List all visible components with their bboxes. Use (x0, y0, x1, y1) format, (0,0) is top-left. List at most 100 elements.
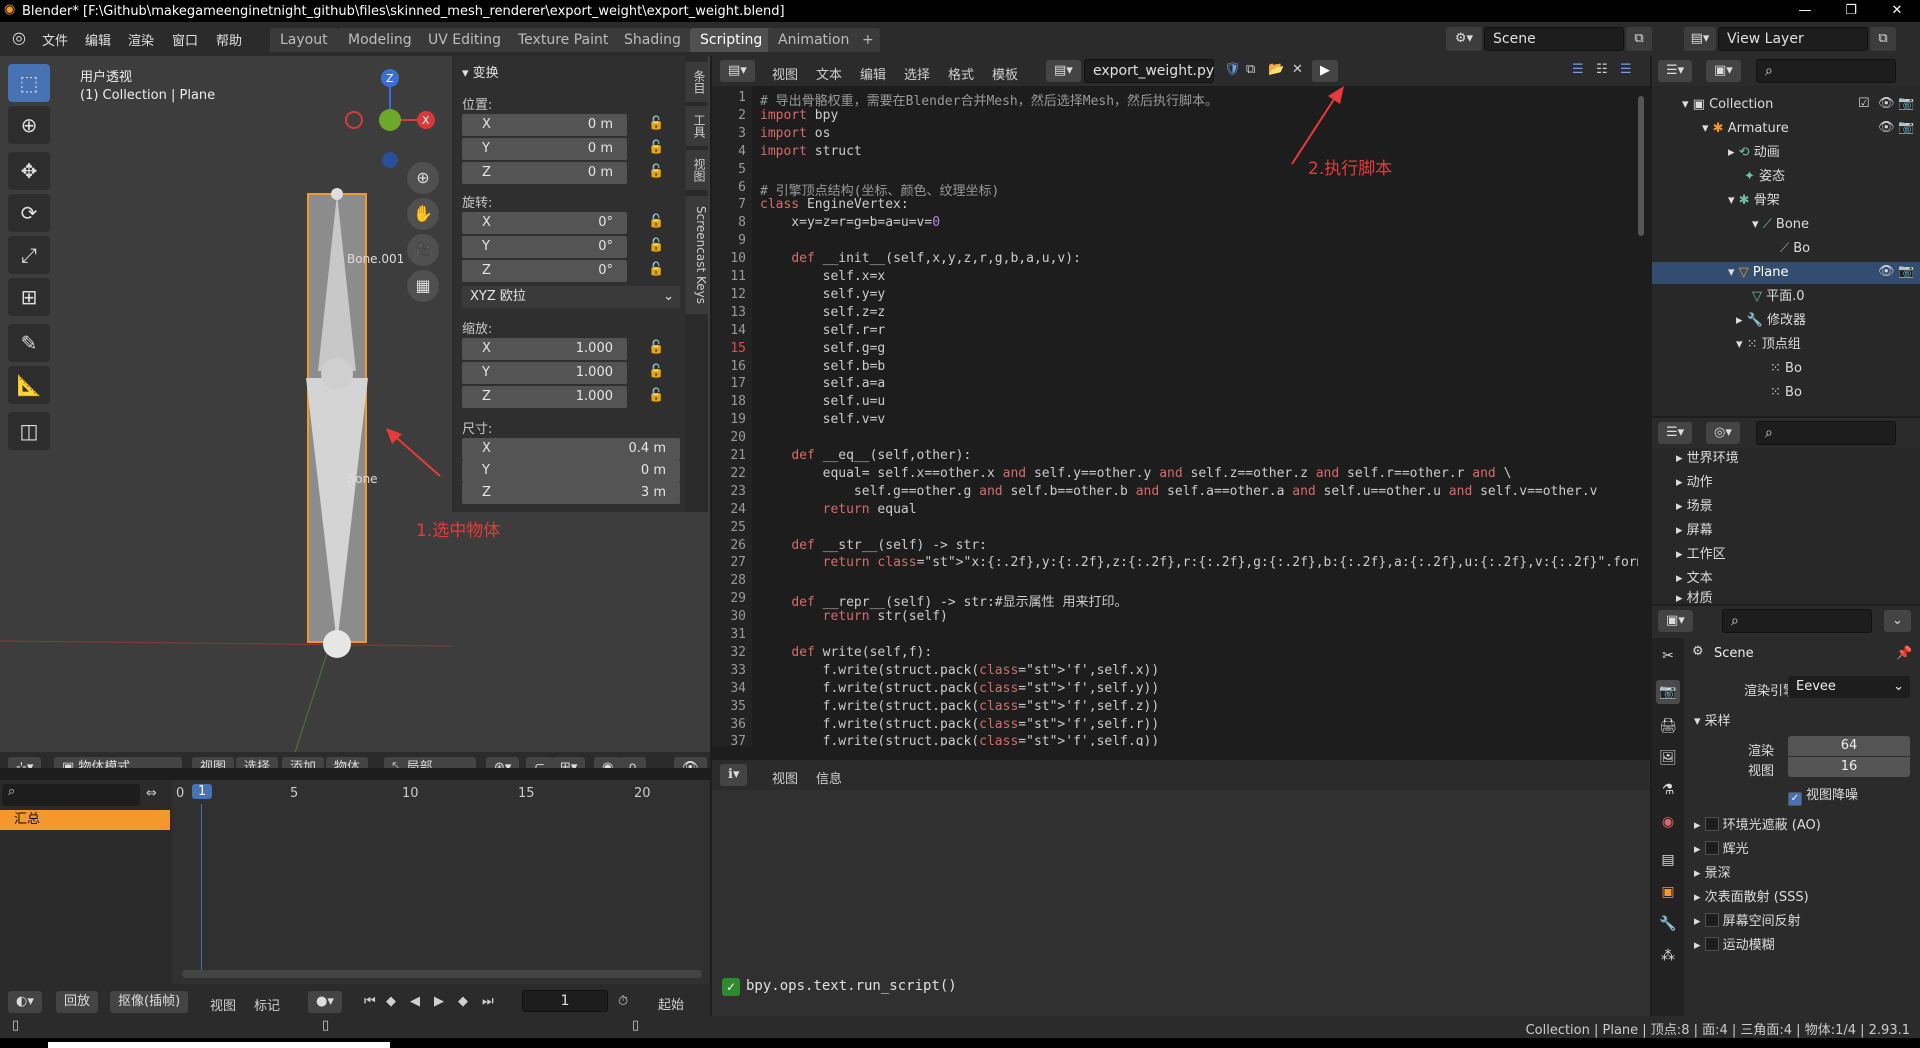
code-line[interactable]: self.v=v (760, 412, 886, 427)
dimensions-y-field[interactable]: Y 0 m (462, 460, 680, 482)
menu-add[interactable]: 添加 (282, 757, 325, 768)
exclude-checkbox[interactable]: ☑ (1858, 96, 1870, 111)
tab-texture-paint[interactable]: Texture Paint (508, 28, 619, 52)
code-line[interactable]: return str(self) (760, 609, 948, 624)
proportional-edit-icon[interactable]: ◉ (594, 757, 622, 768)
timeline-scrollbar[interactable] (182, 970, 702, 978)
output-tab-icon[interactable]: 🖨 (1656, 714, 1680, 738)
outliner-mesh-data[interactable]: ▽ 平面.0 (1752, 286, 1805, 308)
timeline-editor[interactable]: ⌕ ⇔ 汇总 0 1 5 10 15 20 ◐▾ 回放 抠像(插帧) 视图 标记… (0, 780, 710, 1016)
editor-type-icon[interactable]: ⊹▾ (8, 757, 42, 768)
code-line[interactable]: # 导出骨骼权重，需要在Blender合并Mesh，然后选择Mesh，然后执行脚… (760, 90, 1218, 109)
scale-z-field[interactable]: Z 1.000 (462, 386, 627, 408)
orientation-dropdown[interactable]: ⤡ 局部 (384, 757, 476, 768)
rotation-mode-dropdown[interactable]: XYZ 欧拉 ⌄ (462, 286, 680, 308)
checkbox[interactable] (1704, 913, 1719, 927)
rotation-y-field[interactable]: Y 0° (462, 236, 627, 258)
move-tool[interactable]: ✥ (8, 152, 50, 190)
outliner-armature[interactable]: ▾ ✱ Armature (1702, 118, 1789, 140)
eye-icon[interactable]: 👁 (1878, 120, 1895, 135)
marker-menu[interactable]: 标记 (254, 995, 280, 1014)
menu-select[interactable]: 选择 (904, 64, 930, 83)
view-menu[interactable]: 视图 (210, 995, 236, 1014)
tab-modeling[interactable]: Modeling (338, 28, 422, 52)
outliner[interactable]: ☰▾ ▣▾ ⌕ ▾ ▣ Collection ▾ ✱ Armature ▸ ⟲ … (1652, 56, 1920, 416)
dimensions-x-field[interactable]: X 0.4 m (462, 438, 680, 460)
menu-help[interactable]: 帮助 (216, 30, 242, 49)
blendfile-actions[interactable]: ▸ 动作 (1676, 472, 1713, 494)
menu-text[interactable]: 文本 (816, 64, 842, 83)
menu-format[interactable]: 格式 (948, 64, 974, 83)
visibility-icon[interactable]: 👁 (674, 757, 707, 768)
text-editor[interactable]: ▤▾ 视图 文本 编辑 选择 格式 模板 ▤▾ export_weight.py… (712, 56, 1650, 758)
rotate-tool[interactable]: ⟳ (8, 194, 50, 232)
add-workspace-button[interactable]: + (856, 28, 880, 52)
viewport-denoise-checkbox[interactable]: ✓ 视图降噪 (1788, 784, 1858, 806)
menu-file[interactable]: 文件 (42, 30, 68, 49)
current-frame-field[interactable]: 1 (522, 990, 608, 1012)
editor-type-icon[interactable]: ▣▾ (1658, 610, 1693, 632)
display-mode-icon[interactable]: ▣▾ (1706, 60, 1741, 82)
word-wrap-toggle-icon[interactable]: ☷ (1596, 62, 1608, 77)
location-z-field[interactable]: Z 0 m (462, 162, 627, 184)
checkbox[interactable] (1704, 817, 1719, 831)
lock-icon[interactable]: 🔓 (648, 262, 664, 277)
playhead[interactable] (201, 804, 202, 974)
outliner-bone-child[interactable]: ⟋ Bo (1780, 238, 1810, 260)
scene-tab-icon[interactable]: ⚗ (1656, 778, 1680, 802)
code-line[interactable]: self.u=u (760, 394, 886, 409)
code-line[interactable]: self.b=b (760, 359, 886, 374)
location-y-field[interactable]: Y 0 m (462, 138, 627, 160)
text-filename-field[interactable]: export_weight.py (1084, 59, 1214, 83)
tab-animation[interactable]: Animation (768, 28, 860, 52)
line-numbers-toggle-icon[interactable]: ☰ (1572, 62, 1584, 77)
scale-x-field[interactable]: X 1.000 (462, 338, 627, 360)
run-script-button[interactable]: ▶ (1312, 60, 1338, 82)
annotate-tool[interactable]: ✎ (8, 324, 50, 362)
editor-type-icon[interactable]: ℹ▾ (720, 764, 748, 786)
code-line[interactable]: f.write(struct.pack(class="st">'f',self.… (760, 663, 1160, 678)
maximize-button[interactable]: ❐ (1828, 0, 1874, 22)
display-mode-icon[interactable]: ◎▾ (1706, 422, 1740, 444)
bloom-panel[interactable]: ▸ 辉光 (1694, 838, 1749, 857)
scale-tool[interactable]: ⤢ (8, 236, 50, 274)
code-line[interactable]: # 引擎顶点结构(坐标、颜色、纹理坐标) (760, 180, 999, 199)
code-area[interactable]: # 导出骨骼权重，需要在Blender合并Mesh，然后选择Mesh，然后执行脚… (712, 86, 1638, 746)
camera-icon[interactable]: 📷 (1898, 120, 1914, 135)
modifier-tab-icon[interactable]: 🔧 (1656, 912, 1680, 936)
code-line[interactable]: x=y=z=r=g=b=a=u=v=0 (760, 215, 940, 230)
snap-icon[interactable]: ⊂ (526, 757, 553, 768)
blendfile-screens[interactable]: ▸ 屏幕 (1676, 520, 1713, 542)
menu-window[interactable]: 窗口 (172, 30, 198, 49)
tab-shading[interactable]: Shading (614, 28, 691, 52)
blendfile-search-input[interactable]: ⌕ (1756, 421, 1896, 445)
camera-icon[interactable]: 📷 (1898, 264, 1914, 279)
code-line[interactable]: self.g==other.g and self.b==other.b and … (760, 484, 1598, 499)
code-line[interactable]: self.g=g (760, 341, 886, 356)
tab-layout[interactable]: Layout (270, 28, 338, 52)
lock-icon[interactable]: 🔓 (648, 214, 664, 229)
motion-blur-panel[interactable]: ▸ 运动模糊 (1694, 934, 1775, 953)
menu-view[interactable]: 视图 (772, 64, 798, 83)
viewlayer-selector-icon[interactable]: ▤▾ (1684, 27, 1716, 51)
render-samples-field[interactable]: 64 (1788, 736, 1910, 756)
outliner-search-input[interactable]: ⌕ (1756, 59, 1896, 83)
summary-row[interactable]: 汇总 (0, 810, 170, 830)
outliner-vertex-groups[interactable]: ▾ ⁙ 顶点组 (1736, 334, 1801, 356)
particles-tab-icon[interactable]: ⁂ (1656, 944, 1680, 968)
falloff-icon[interactable]: ∩ (620, 757, 646, 768)
code-line[interactable]: self.a=a (760, 376, 886, 391)
lock-icon[interactable]: 🔓 (648, 364, 664, 379)
snap-target-icon[interactable]: ⊞▾ (552, 757, 586, 768)
menu-view[interactable]: 视图 (772, 768, 798, 787)
blendfile-worlds[interactable]: ▸ 世界环境 (1676, 448, 1739, 470)
code-line[interactable]: self.x=x (760, 269, 886, 284)
options-icon[interactable]: ⌄ (1884, 610, 1911, 632)
world-tab-icon[interactable]: ◉ (1656, 810, 1680, 834)
dimensions-z-field[interactable]: Z 3 m (462, 482, 680, 504)
blender-menu-icon[interactable]: ◎ (12, 28, 26, 47)
blendfile-workspaces[interactable]: ▸ 工作区 (1676, 544, 1726, 566)
outliner-armature-data[interactable]: ▾ ✱ 骨架 (1728, 190, 1780, 212)
outliner-bone[interactable]: ▾ ⟋ Bone (1752, 214, 1809, 236)
fake-user-shield-icon[interactable]: 🛡 (1224, 62, 1241, 77)
